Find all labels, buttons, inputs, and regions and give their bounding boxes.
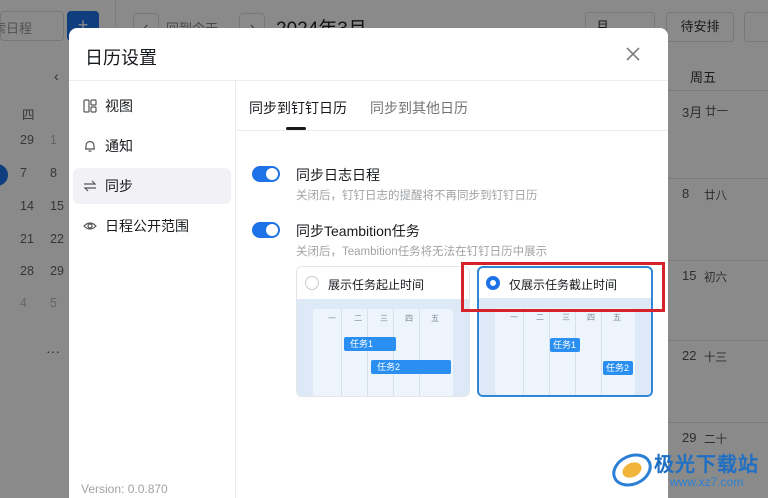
close-icon[interactable]: [621, 42, 645, 66]
preview-header: 二: [354, 314, 362, 323]
nav-item-label: 同步: [105, 178, 133, 194]
preview-header: 四: [405, 314, 413, 323]
nav-item-label: 日程公开范围: [105, 218, 189, 234]
view-icon: [83, 99, 97, 113]
tab-sync-dingtalk[interactable]: 同步到钉钉日历: [249, 98, 347, 118]
preview-task-2: 任务2: [603, 361, 633, 375]
preview-header: 五: [613, 313, 621, 322]
eye-icon: [83, 219, 97, 233]
preview-header: 一: [510, 313, 518, 322]
setting-title: 同步日志日程: [296, 167, 380, 183]
preview-header: 四: [587, 313, 595, 322]
nav-item-visibility[interactable]: 日程公开范围: [73, 208, 231, 244]
setting-title: 同步Teambition任务: [296, 223, 420, 239]
setting-desc: 关闭后，钉钉日志的提醒将不再同步到钉钉日历: [296, 190, 538, 202]
radio-button[interactable]: [305, 276, 319, 290]
preview-header: 五: [431, 314, 439, 323]
preview-task-2: 任务2: [371, 360, 451, 374]
nav-item-label: 通知: [105, 138, 133, 154]
preview-header: 三: [380, 314, 388, 323]
sync-teambition-toggle[interactable]: [252, 222, 280, 238]
nav-item-label: 视图: [105, 98, 133, 114]
version-label: Version: 0.0.870: [81, 482, 168, 496]
sync-journal-toggle[interactable]: [252, 166, 280, 182]
sync-icon: [83, 179, 97, 193]
option-preview: 一 二 三 四 五 任务1 任务2: [297, 299, 469, 396]
preview-task-1: 任务1: [550, 338, 580, 352]
preview-header: 三: [562, 313, 570, 322]
settings-nav: 视图 通知 同步 日程公开范围 Version: 0.0.870: [69, 80, 236, 498]
preview-header: 一: [328, 314, 336, 323]
watermark-name: 极光下载站: [654, 454, 759, 476]
option-show-start-end[interactable]: 展示任务起止时间 一 二 三 四 五 任务1 任务2: [296, 266, 470, 397]
bell-icon: [83, 139, 97, 153]
setting-desc: 关闭后，Teambition任务将无法在钉钉日历中展示: [296, 246, 548, 258]
tabs-divider: [237, 130, 668, 131]
highlight-box: [461, 262, 665, 312]
option-label: 展示任务起止时间: [328, 278, 425, 292]
nav-item-view[interactable]: 视图: [73, 88, 231, 124]
preview-header: 二: [536, 313, 544, 322]
option-preview: 一 二 三 四 五 任务1 任务2: [479, 298, 651, 395]
dialog-title: 日历设置: [85, 48, 157, 68]
watermark-logo-icon: [612, 453, 652, 487]
watermark: 极光下载站 www.xz7.com: [610, 446, 766, 496]
preview-task-1: 任务1: [344, 337, 396, 351]
nav-item-sync[interactable]: 同步: [73, 168, 231, 204]
nav-item-notify[interactable]: 通知: [73, 128, 231, 164]
watermark-url: www.xz7.com: [670, 475, 744, 489]
tab-sync-other[interactable]: 同步到其他日历: [370, 98, 468, 118]
